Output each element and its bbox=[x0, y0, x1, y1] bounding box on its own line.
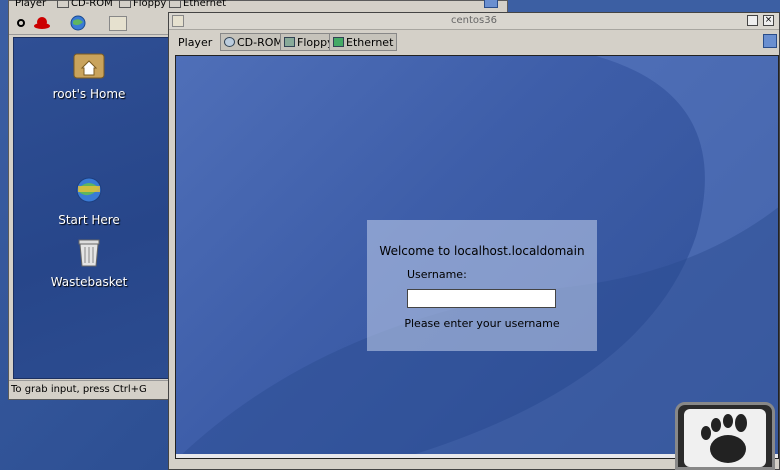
login-panel: Welcome to localhost.localdomain Usernam… bbox=[367, 220, 597, 351]
desktop-icon-start-here-label: Start Here bbox=[58, 213, 120, 227]
player-menu[interactable]: Player bbox=[175, 33, 215, 51]
username-input[interactable] bbox=[407, 289, 556, 308]
maximize-button[interactable] bbox=[747, 15, 758, 26]
cdrom-button-label: CD-ROM bbox=[237, 35, 283, 49]
floppy-icon bbox=[119, 0, 131, 8]
guest-panel-toolbar bbox=[9, 13, 171, 35]
guest-screen[interactable]: Welcome to localhost.localdomain Usernam… bbox=[175, 55, 779, 459]
window-title: centos36 bbox=[451, 15, 497, 26]
web-browser-icon[interactable] bbox=[69, 15, 87, 31]
folder-home-icon bbox=[73, 53, 105, 79]
status-text: To grab input, press Ctrl+G bbox=[11, 384, 147, 395]
menu-dot-icon[interactable] bbox=[17, 19, 25, 27]
desktop-icon-home-label: root's Home bbox=[52, 87, 126, 101]
main-window-titlebar[interactable]: centos36 × bbox=[169, 13, 779, 30]
username-label: Username: bbox=[407, 268, 467, 281]
username-hint: Please enter your username bbox=[404, 317, 560, 330]
floppy-icon bbox=[284, 37, 295, 47]
ethernet-icon bbox=[169, 0, 181, 8]
desktop-icon-start-here[interactable]: Start Here bbox=[14, 174, 164, 227]
back-fullscreen-icon[interactable] bbox=[484, 0, 498, 8]
guest-desktop: root's Home Start Here Wastebasket bbox=[13, 37, 171, 379]
back-tab-cdrom-label: CD-ROM bbox=[71, 0, 113, 9]
welcome-text: Welcome to localhost.localdomain bbox=[379, 244, 585, 258]
back-tab-player[interactable]: Player bbox=[15, 0, 46, 11]
back-tab-player-label: Player bbox=[15, 0, 47, 9]
back-tab-ethernet-label: Ethernet bbox=[183, 0, 227, 9]
background-window-titlebar: Player CD-ROM Floppy Ethernet bbox=[9, 0, 507, 11]
desktop-icon-home[interactable]: root's Home bbox=[14, 48, 164, 101]
close-button[interactable]: × bbox=[763, 15, 774, 26]
gnome-foot-icon bbox=[675, 402, 775, 470]
ethernet-button[interactable]: Ethernet bbox=[329, 33, 398, 51]
status-bar: To grab input, press Ctrl+G bbox=[9, 380, 173, 398]
desktop-icon-wastebasket-label: Wastebasket bbox=[50, 275, 128, 289]
start-here-icon bbox=[76, 177, 102, 203]
trash-icon bbox=[78, 239, 100, 267]
redhat-icon[interactable] bbox=[33, 16, 51, 30]
host-desktop-strip bbox=[484, 0, 780, 12]
cdrom-icon bbox=[57, 0, 69, 8]
back-tab-floppy[interactable]: Floppy bbox=[119, 0, 166, 11]
back-tab-cdrom[interactable]: CD-ROM bbox=[57, 0, 113, 11]
back-tab-ethernet[interactable]: Ethernet bbox=[169, 0, 226, 11]
player-menu-label: Player bbox=[178, 35, 213, 49]
back-tab-floppy-label: Floppy bbox=[133, 0, 167, 9]
player-toolbar: Player CD-ROM Floppy Ethernet bbox=[169, 31, 779, 53]
fullscreen-icon[interactable] bbox=[763, 34, 777, 48]
cdrom-icon bbox=[224, 37, 235, 47]
ethernet-icon bbox=[333, 37, 344, 47]
ethernet-button-label: Ethernet bbox=[346, 35, 394, 49]
desktop-icon-wastebasket[interactable]: Wastebasket bbox=[14, 234, 164, 289]
image-viewer-icon[interactable] bbox=[109, 16, 127, 31]
cdrom-button[interactable]: CD-ROM bbox=[220, 33, 287, 51]
